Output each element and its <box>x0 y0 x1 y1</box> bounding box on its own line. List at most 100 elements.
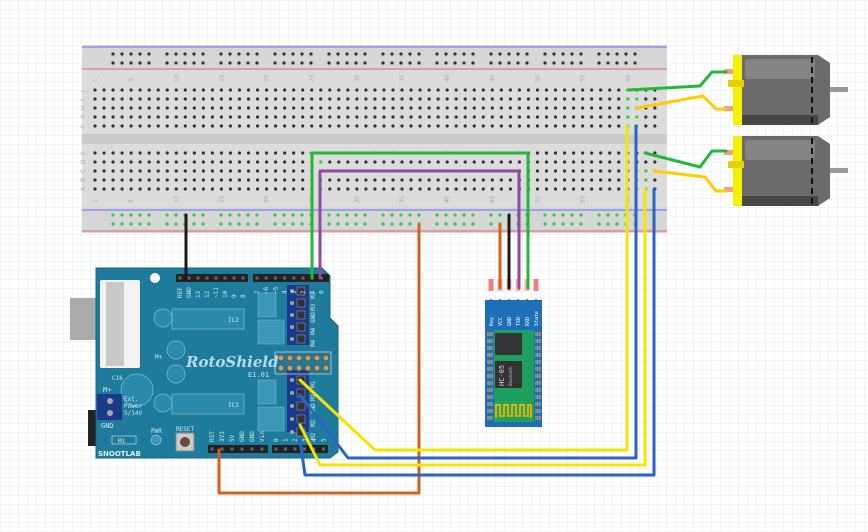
breadboard-hole[interactable] <box>283 106 287 110</box>
rail-hole[interactable] <box>201 52 205 56</box>
rail-hole[interactable] <box>183 61 187 65</box>
breadboard-hole[interactable] <box>653 160 657 164</box>
breadboard-hole[interactable] <box>544 124 549 128</box>
breadboard-hole[interactable] <box>472 88 476 92</box>
breadboard-hole[interactable] <box>382 160 386 164</box>
breadboard-hole[interactable] <box>301 169 305 173</box>
breadboard-hole[interactable] <box>364 187 368 191</box>
breadboard-hole[interactable] <box>246 169 251 173</box>
breadboard-hole[interactable] <box>201 97 205 101</box>
breadboard-hole[interactable] <box>400 115 404 119</box>
breadboard-hole[interactable] <box>526 97 531 101</box>
breadboard-hole[interactable] <box>174 160 178 164</box>
breadboard-hole[interactable] <box>581 160 585 164</box>
breadboard-hole[interactable] <box>274 169 278 173</box>
rail-hole[interactable] <box>345 213 349 217</box>
rail-hole[interactable] <box>606 222 610 226</box>
breadboard-hole[interactable] <box>391 178 395 182</box>
rail-hole[interactable] <box>147 61 151 65</box>
header-pin[interactable] <box>205 276 209 280</box>
breadboard-hole[interactable] <box>228 88 233 92</box>
breadboard-hole[interactable] <box>409 115 413 119</box>
rail-hole[interactable] <box>282 222 286 226</box>
breadboard-hole[interactable] <box>237 124 242 128</box>
header-pin[interactable] <box>250 447 254 451</box>
rail-hole[interactable] <box>552 222 556 226</box>
breadboard-hole[interactable] <box>364 115 368 119</box>
rail-hole[interactable] <box>399 61 403 65</box>
breadboard-hole[interactable] <box>283 124 287 128</box>
breadboard-hole[interactable] <box>120 151 124 155</box>
rail-hole[interactable] <box>363 52 367 56</box>
breadboard-hole[interactable] <box>102 187 106 191</box>
rail-hole[interactable] <box>462 52 466 56</box>
breadboard-hole[interactable] <box>454 178 458 182</box>
breadboard-hole[interactable] <box>517 97 522 101</box>
breadboard-hole[interactable] <box>644 97 648 101</box>
breadboard-hole[interactable] <box>246 115 251 119</box>
rail-hole[interactable] <box>336 213 340 217</box>
breadboard-hole[interactable] <box>165 88 169 92</box>
rail-hole[interactable] <box>543 222 547 226</box>
rail-hole[interactable] <box>273 52 277 56</box>
breadboard-hole[interactable] <box>237 106 242 110</box>
breadboard-hole[interactable] <box>391 115 395 119</box>
breadboard-hole[interactable] <box>472 115 476 119</box>
rail-hole[interactable] <box>255 222 259 226</box>
terminal-screw[interactable] <box>290 325 294 329</box>
breadboard-hole[interactable] <box>562 160 567 164</box>
breadboard-hole[interactable] <box>535 124 540 128</box>
breadboard-hole[interactable] <box>129 88 133 92</box>
breadboard-hole[interactable] <box>183 151 187 155</box>
breadboard-hole[interactable] <box>192 151 196 155</box>
rail-hole[interactable] <box>174 52 178 56</box>
breadboard-hole[interactable] <box>427 115 431 119</box>
rail-hole[interactable] <box>273 222 277 226</box>
rail-hole[interactable] <box>354 222 358 226</box>
breadboard-hole[interactable] <box>102 160 106 164</box>
breadboard-hole[interactable] <box>147 88 151 92</box>
breadboard-hole[interactable] <box>111 88 115 92</box>
breadboard-hole[interactable] <box>590 169 594 173</box>
breadboard-hole[interactable] <box>391 97 395 101</box>
rail-hole[interactable] <box>300 213 304 217</box>
breadboard-hole[interactable] <box>436 115 440 119</box>
breadboard-hole[interactable] <box>274 97 278 101</box>
breadboard-hole[interactable] <box>418 178 422 182</box>
breadboard-hole[interactable] <box>237 178 242 182</box>
breadboard-hole[interactable] <box>192 88 196 92</box>
breadboard-hole[interactable] <box>165 124 169 128</box>
breadboard-hole[interactable] <box>201 115 205 119</box>
header-pin[interactable] <box>322 447 325 451</box>
breadboard-hole[interactable] <box>409 124 413 128</box>
breadboard-hole[interactable] <box>454 88 458 92</box>
breadboard-hole[interactable] <box>427 106 431 110</box>
rail-hole[interactable] <box>327 52 331 56</box>
breadboard-hole[interactable] <box>156 97 160 101</box>
breadboard-hole[interactable] <box>364 178 368 182</box>
breadboard-hole[interactable] <box>129 169 133 173</box>
breadboard-hole[interactable] <box>255 124 260 128</box>
breadboard-hole[interactable] <box>219 160 224 164</box>
breadboard-hole[interactable] <box>138 106 142 110</box>
rail-hole[interactable] <box>561 61 565 65</box>
breadboard-hole[interactable] <box>328 178 332 182</box>
breadboard-hole[interactable] <box>228 97 233 101</box>
breadboard-hole[interactable] <box>581 115 585 119</box>
breadboard-hole[interactable] <box>93 178 97 182</box>
breadboard-hole[interactable] <box>544 169 549 173</box>
breadboard-hole[interactable] <box>156 106 160 110</box>
breadboard-hole[interactable] <box>544 151 549 155</box>
header-pin[interactable] <box>230 447 234 451</box>
breadboard-hole[interactable] <box>553 124 558 128</box>
breadboard-hole[interactable] <box>310 106 314 110</box>
jumper-pin[interactable] <box>286 354 294 362</box>
breadboard-hole[interactable] <box>183 88 187 92</box>
rail-hole[interactable] <box>237 61 241 65</box>
rail-hole[interactable] <box>246 61 250 65</box>
breadboard-hole[interactable] <box>310 97 314 101</box>
breadboard-hole[interactable] <box>463 124 467 128</box>
breadboard-hole[interactable] <box>581 187 585 191</box>
breadboard-hole[interactable] <box>617 187 621 191</box>
header-pin[interactable] <box>255 276 259 280</box>
